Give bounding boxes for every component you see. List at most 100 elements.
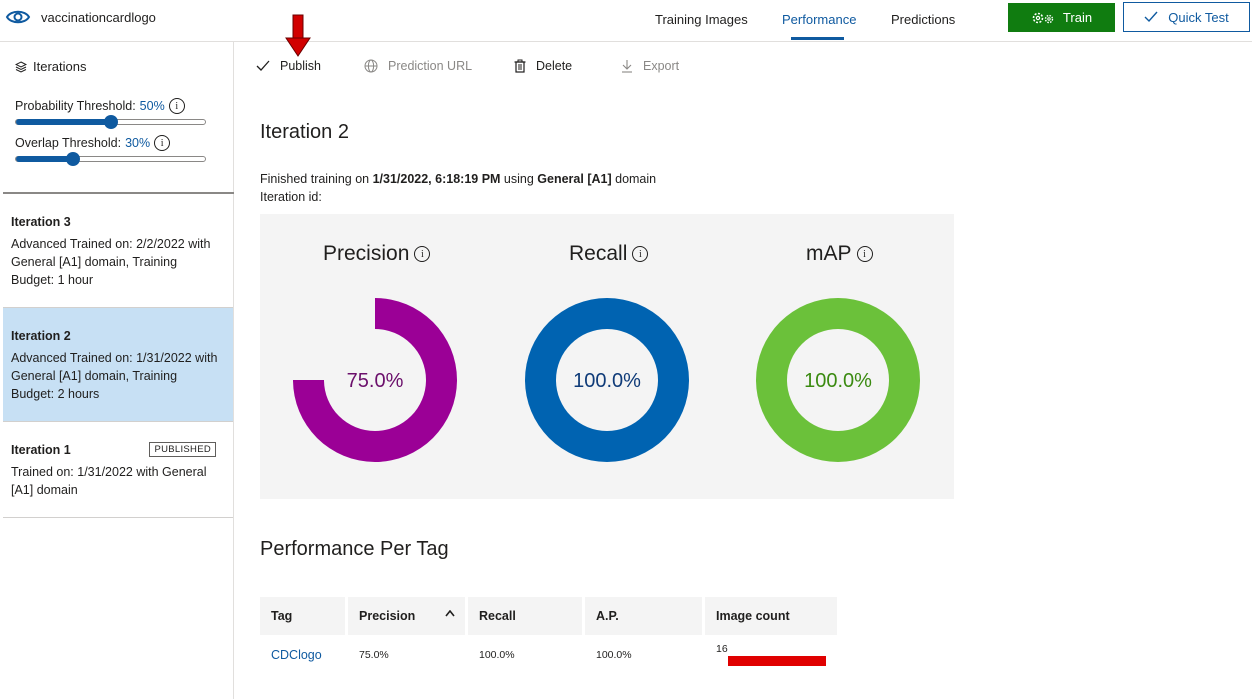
header-label: Image count: [716, 609, 790, 623]
slider-fill: [16, 119, 111, 125]
trash-icon: [514, 59, 526, 73]
quick-test-label: Quick Test: [1168, 9, 1229, 25]
active-tab-indicator: [791, 37, 844, 40]
table-header-row: Tag Precision Recall A.P. Image count: [260, 597, 837, 635]
metric-name: Precision: [323, 242, 410, 265]
globe-icon: [364, 59, 378, 73]
recall-donut: 100.0%: [525, 298, 689, 462]
slider-thumb[interactable]: [103, 115, 118, 129]
ap-cell: 100.0%: [596, 649, 632, 661]
probability-threshold-label: Probability Threshold: 50% i: [15, 98, 185, 114]
iteration-card-3[interactable]: Iteration 3 Advanced Trained on: 2/2/202…: [3, 194, 233, 308]
export-button[interactable]: Export: [621, 59, 679, 73]
iteration-card-2[interactable]: Iteration 2 Advanced Trained on: 1/31/20…: [3, 308, 233, 422]
info-icon[interactable]: i: [168, 98, 185, 114]
donut-value-label: 75.0%: [347, 370, 404, 392]
map-metric-title: mAP i: [806, 242, 873, 266]
donut-value-label: 100.0%: [573, 370, 641, 392]
info-icon[interactable]: i: [856, 246, 873, 262]
finished-mid: using: [500, 172, 538, 186]
export-label: Export: [643, 59, 680, 73]
checkmark-icon: [1144, 11, 1158, 23]
quick-test-button[interactable]: Quick Test: [1123, 2, 1250, 32]
tab-predictions[interactable]: Predictions: [891, 12, 955, 27]
train-button[interactable]: Train: [1008, 3, 1115, 32]
tab-performance[interactable]: Performance: [782, 12, 856, 27]
header-label: Precision: [359, 609, 416, 623]
performance-per-tag-title: Performance Per Tag: [260, 538, 449, 560]
prediction-url-label: Prediction URL: [388, 59, 473, 73]
finished-prefix: Finished training on: [260, 172, 373, 186]
slider-fill: [16, 156, 73, 162]
image-count-cell: 16: [705, 635, 837, 675]
metric-name: Recall: [569, 242, 628, 265]
donut-value-label: 100.0%: [804, 370, 872, 392]
performance-per-tag-table: Tag Precision Recall A.P. Image count CD…: [260, 597, 837, 675]
column-header-precision[interactable]: Precision: [348, 597, 468, 635]
header-label: A.P.: [596, 609, 619, 623]
info-icon[interactable]: i: [154, 135, 171, 151]
probability-threshold-text: Probability Threshold:: [15, 99, 136, 113]
publish-label: Publish: [280, 59, 321, 73]
iteration-name: Iteration 3: [11, 215, 71, 229]
iteration-card-1[interactable]: Iteration 1 Trained on: 1/31/2022 with G…: [3, 422, 233, 518]
iteration-description: Trained on: 1/31/2022 with General [A1] …: [11, 465, 207, 497]
iteration-description: Advanced Trained on: 2/2/2022 with Gener…: [11, 237, 211, 287]
iteration-name: Iteration 2: [11, 329, 71, 343]
precision-metric-title: Precision i: [323, 242, 431, 266]
map-donut: 100.0%: [756, 298, 920, 462]
column-header-image-count[interactable]: Image count: [705, 597, 837, 635]
finished-suffix: domain: [611, 172, 657, 186]
checkmark-icon: [256, 60, 270, 71]
train-label: Train: [1062, 10, 1093, 25]
metric-name: mAP: [806, 242, 852, 265]
iterations-header: Iterations: [15, 59, 86, 74]
table-row: CDClogo 75.0% 100.0% 100.0% 16: [260, 635, 837, 675]
prediction-url-button[interactable]: Prediction URL: [364, 59, 472, 73]
info-icon[interactable]: i: [414, 246, 431, 262]
tag-link[interactable]: CDClogo: [260, 635, 348, 675]
column-header-ap[interactable]: A.P.: [585, 597, 705, 635]
gears-icon: [1032, 12, 1054, 23]
sort-ascending-icon[interactable]: [445, 610, 455, 617]
header-label: Recall: [479, 609, 516, 623]
header-label: Tag: [271, 609, 293, 623]
overlap-threshold-slider[interactable]: [15, 152, 206, 166]
iteration-title: Iteration 2: [260, 121, 349, 143]
layers-icon: [15, 60, 27, 73]
published-badge: PUBLISHED: [149, 442, 216, 457]
column-header-tag[interactable]: Tag: [260, 597, 348, 635]
brand: vaccinationcardlogo: [5, 6, 156, 28]
finished-date: 1/31/2022, 6:18:19 PM: [372, 172, 501, 186]
info-icon[interactable]: i: [632, 246, 649, 262]
delete-button[interactable]: Delete: [514, 59, 572, 73]
probability-threshold-slider[interactable]: [15, 115, 206, 129]
precision-cell: 75.0%: [359, 649, 389, 661]
finished-domain: General [A1]: [537, 172, 612, 186]
iteration-description: Advanced Trained on: 1/31/2022 with Gene…: [11, 351, 218, 401]
annotation-arrow-icon: [285, 14, 311, 57]
recall-cell: 100.0%: [479, 649, 515, 661]
tab-training-images[interactable]: Training Images: [655, 12, 748, 27]
iterations-panel: Iterations Probability Threshold: 50% i …: [3, 42, 234, 699]
download-icon: [622, 60, 632, 73]
metrics-panel: Precision i Recall i mAP i 75.0% 100.0% …: [260, 214, 954, 499]
slider-thumb[interactable]: [65, 152, 80, 166]
image-count-value: 16: [716, 643, 728, 655]
iteration-id-label: Iteration id:: [260, 190, 322, 204]
recall-metric-title: Recall i: [569, 242, 649, 266]
probability-threshold-value: 50%: [139, 99, 165, 113]
finished-training-text: Finished training on 1/31/2022, 6:18:19 …: [260, 172, 656, 186]
image-count-bar: [728, 656, 826, 667]
overlap-threshold-label: Overlap Threshold: 30% i: [15, 135, 171, 151]
overlap-threshold-text: Overlap Threshold:: [15, 136, 122, 150]
delete-label: Delete: [536, 59, 573, 73]
publish-button[interactable]: Publish: [256, 59, 321, 73]
eye-logo-icon: [5, 10, 31, 24]
overlap-threshold-value: 30%: [125, 136, 151, 150]
precision-donut: 75.0%: [293, 298, 457, 462]
iterations-header-label: Iterations: [33, 59, 87, 74]
top-bar: vaccinationcardlogo Training Images Perf…: [0, 0, 1252, 42]
project-title: vaccinationcardlogo: [41, 9, 156, 25]
column-header-recall[interactable]: Recall: [468, 597, 585, 635]
